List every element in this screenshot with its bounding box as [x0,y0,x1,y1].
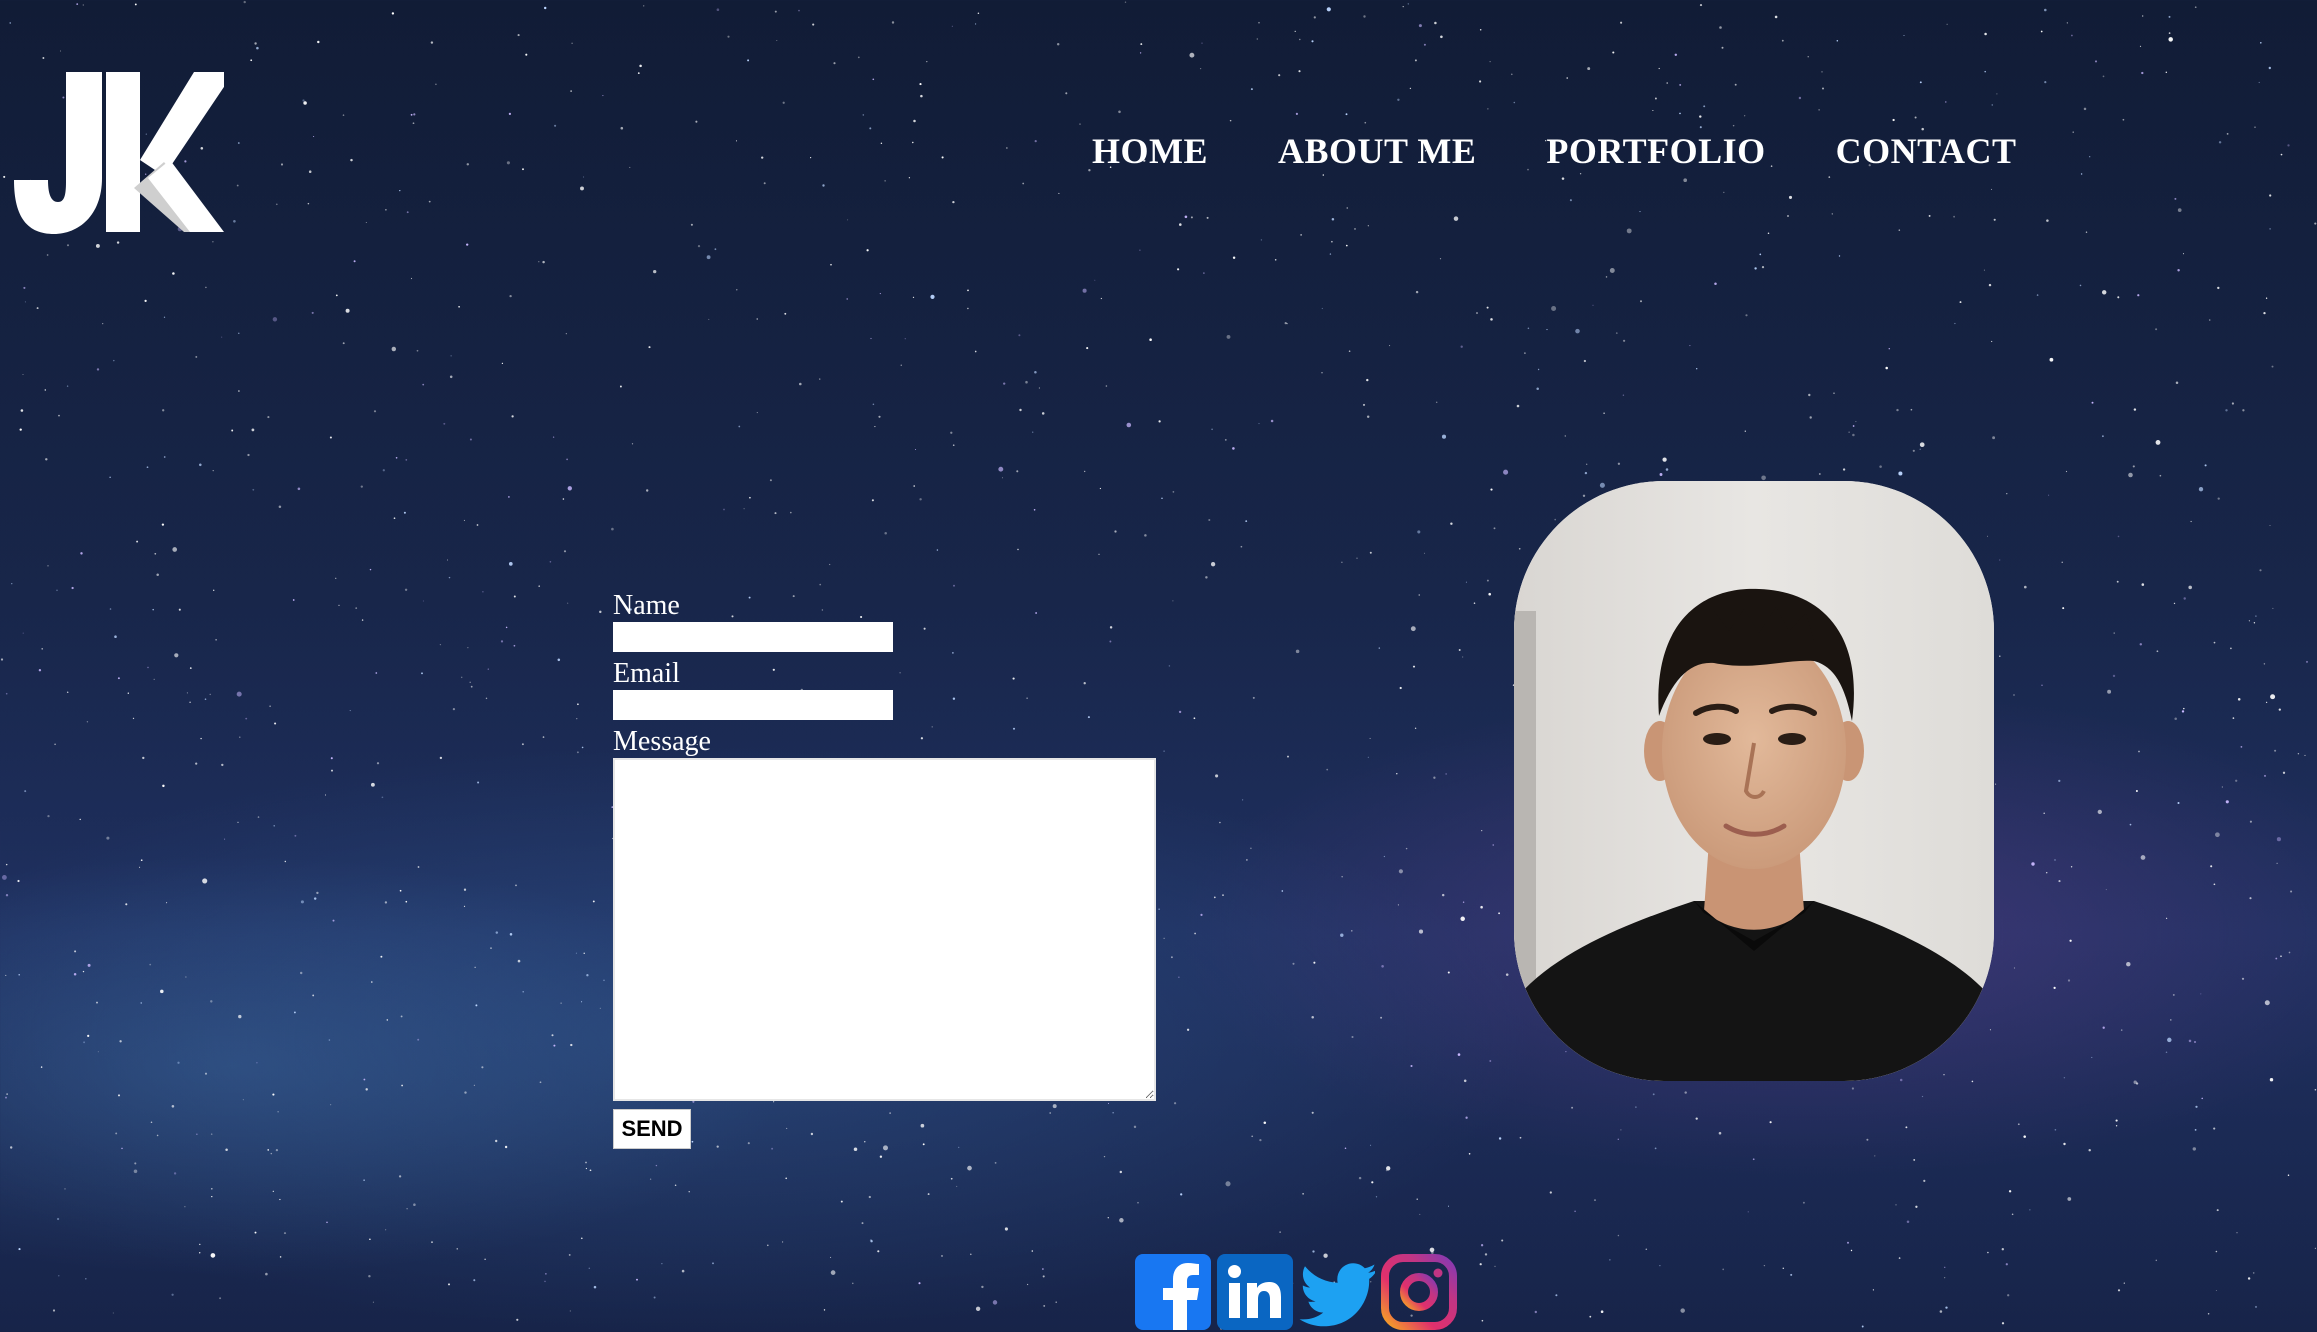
nav-contact[interactable]: CONTACT [1836,130,2017,172]
email-label: Email [613,658,680,689]
jk-logo-icon [14,72,234,234]
send-button[interactable]: SEND [613,1109,691,1149]
instagram-icon [1381,1254,1457,1330]
name-field[interactable] [613,622,893,652]
facebook-link[interactable] [1135,1254,1211,1330]
name-label: Name [613,590,680,621]
facebook-icon [1135,1254,1211,1330]
linkedin-icon [1217,1254,1293,1330]
profile-photo [1514,481,1994,1081]
linkedin-link[interactable] [1217,1254,1293,1330]
nav-about-me[interactable]: ABOUT ME [1278,130,1476,172]
social-links [1135,1254,1457,1330]
email-field[interactable] [613,690,893,720]
instagram-link[interactable] [1381,1254,1457,1330]
contact-form: Name Email Message SEND [613,590,1173,1149]
main-nav: HOME ABOUT ME PORTFOLIO CONTACT [1092,130,2017,172]
nav-portfolio[interactable]: PORTFOLIO [1546,130,1765,172]
twitter-icon [1299,1263,1377,1327]
message-field[interactable] [613,758,1156,1101]
message-label: Message [613,726,711,757]
nav-home[interactable]: HOME [1092,130,1208,172]
twitter-link[interactable] [1299,1254,1377,1330]
jk-logo[interactable] [14,68,234,236]
